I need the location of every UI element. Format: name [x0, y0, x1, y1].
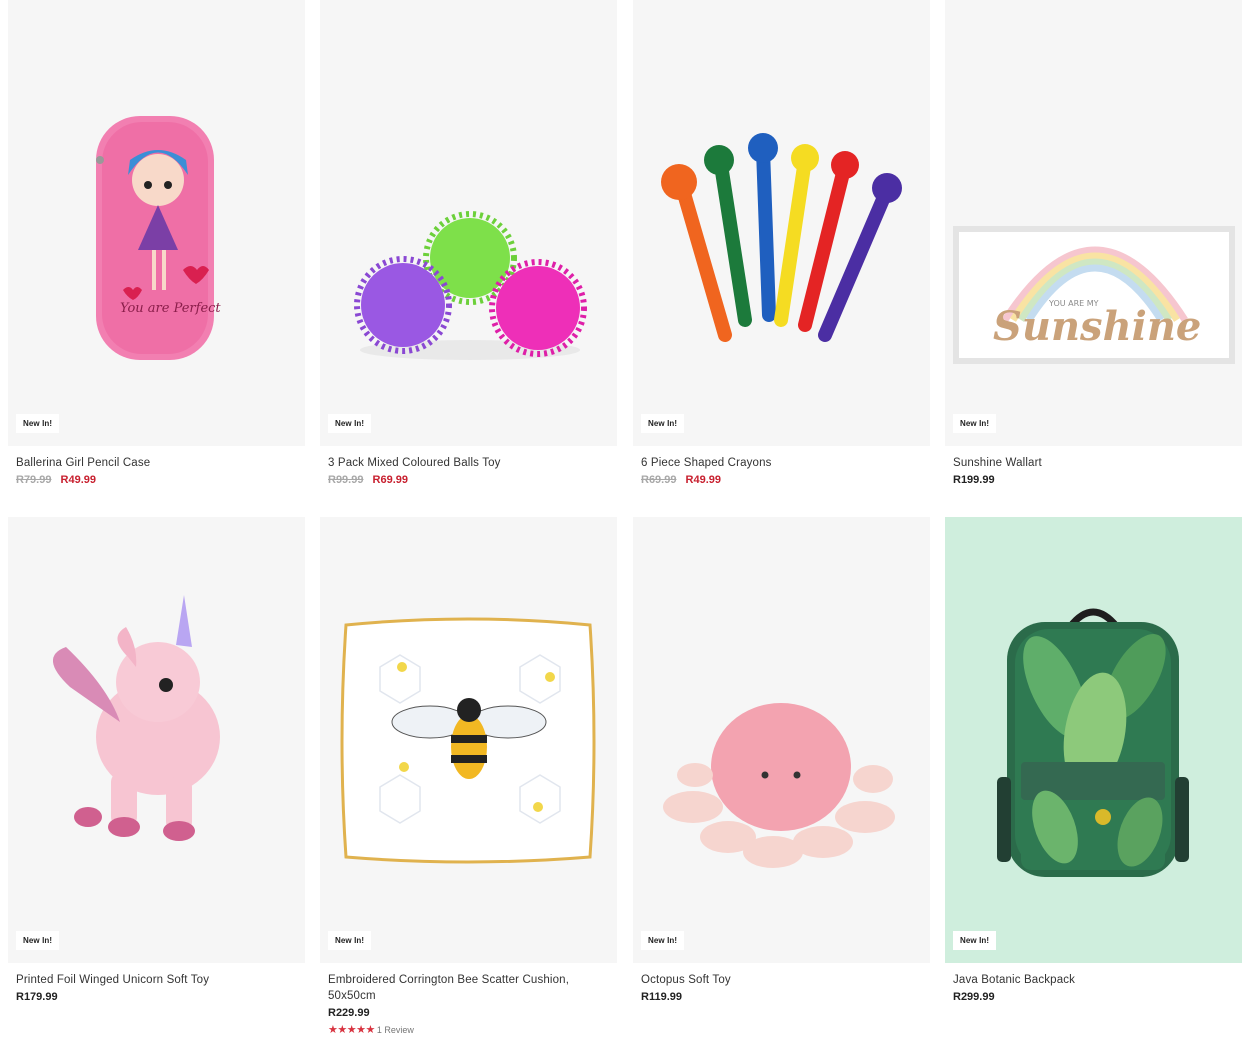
product-image[interactable]: New In!: [320, 517, 617, 963]
product-card[interactable]: New In! Java Botanic Backpack R299.99: [945, 517, 1242, 1003]
price: R119.99: [641, 991, 682, 1003]
review-count[interactable]: 1 Review: [377, 1025, 414, 1035]
price-group: R179.99: [16, 991, 297, 1003]
balls-image: [320, 0, 617, 446]
sale-price: R49.99: [685, 474, 722, 486]
original-price: R99.99: [328, 474, 364, 486]
product-title[interactable]: 3 Pack Mixed Coloured Balls Toy: [328, 455, 609, 471]
original-price: R69.99: [641, 474, 677, 486]
new-in-badge: New In!: [16, 931, 60, 950]
product-title[interactable]: Ballerina Girl Pencil Case: [16, 455, 297, 471]
pencil-case-image: You are Perfect: [8, 0, 305, 446]
product-title[interactable]: Printed Foil Winged Unicorn Soft Toy: [16, 972, 297, 988]
new-in-badge: New In!: [16, 414, 60, 433]
new-in-badge: New In!: [953, 931, 997, 950]
product-image[interactable]: New In!: [8, 517, 305, 963]
price-group: R299.99: [953, 991, 1234, 1003]
wallart-big-text: Sunshine: [993, 303, 1201, 350]
product-card[interactable]: New In! Embroidered Corrington Bee Scatt…: [320, 517, 617, 1036]
star-rating-icon: ★★★★★: [328, 1024, 375, 1036]
product-card[interactable]: You are Perfect New In! Ballerina Girl P…: [8, 0, 305, 486]
product-title[interactable]: Octopus Soft Toy: [641, 972, 922, 988]
product-image[interactable]: New In!: [633, 517, 930, 963]
new-in-badge: New In!: [328, 931, 372, 950]
price-group: R199.99: [953, 474, 1234, 486]
new-in-badge: New In!: [328, 414, 372, 433]
price-group: R229.99: [328, 1007, 609, 1019]
price: R229.99: [328, 1007, 370, 1019]
product-image[interactable]: YOU ARE MY Sunshine New In!: [945, 0, 1242, 446]
price: R179.99: [16, 991, 58, 1003]
sale-price: R49.99: [60, 474, 97, 486]
product-image[interactable]: You are Perfect New In!: [8, 0, 305, 446]
product-card[interactable]: New In! 6 Piece Shaped Crayons R69.99 R4…: [633, 0, 930, 486]
backpack-image: [945, 517, 1242, 963]
product-card[interactable]: New In! Printed Foil Winged Unicorn Soft…: [8, 517, 305, 1003]
price: R299.99: [953, 991, 995, 1003]
new-in-badge: New In!: [641, 414, 685, 433]
price-group: R119.99: [641, 991, 922, 1003]
sale-price: R69.99: [372, 474, 409, 486]
new-in-badge: New In!: [641, 931, 685, 950]
product-title[interactable]: Embroidered Corrington Bee Scatter Cushi…: [328, 972, 609, 1004]
pencil-case-text: You are Perfect: [120, 301, 221, 316]
price-group: R79.99 R49.99: [16, 474, 297, 486]
new-in-badge: New In!: [953, 414, 997, 433]
original-price: R79.99: [16, 474, 52, 486]
price-group: R99.99 R69.99: [328, 474, 609, 486]
cushion-image: [320, 517, 617, 963]
product-card[interactable]: New In! 3 Pack Mixed Coloured Balls Toy …: [320, 0, 617, 486]
product-image[interactable]: New In!: [945, 517, 1242, 963]
rating[interactable]: ★★★★★ 1 Review: [328, 1023, 609, 1036]
product-card[interactable]: YOU ARE MY Sunshine New In! Sunshine Wal…: [945, 0, 1242, 486]
product-grid: You are Perfect New In! Ballerina Girl P…: [0, 0, 1250, 1052]
wallart-image: YOU ARE MY Sunshine: [945, 0, 1242, 446]
price: R199.99: [953, 474, 995, 486]
product-title[interactable]: Java Botanic Backpack: [953, 972, 1234, 988]
product-card[interactable]: New In! Octopus Soft Toy R119.99: [633, 517, 930, 1003]
crayons-image: [633, 0, 930, 446]
product-image[interactable]: New In!: [320, 0, 617, 446]
product-title[interactable]: Sunshine Wallart: [953, 455, 1234, 471]
octopus-image: [633, 517, 930, 963]
product-image[interactable]: New In!: [633, 0, 930, 446]
product-title[interactable]: 6 Piece Shaped Crayons: [641, 455, 922, 471]
price-group: R69.99 R49.99: [641, 474, 922, 486]
unicorn-image: [8, 517, 305, 963]
